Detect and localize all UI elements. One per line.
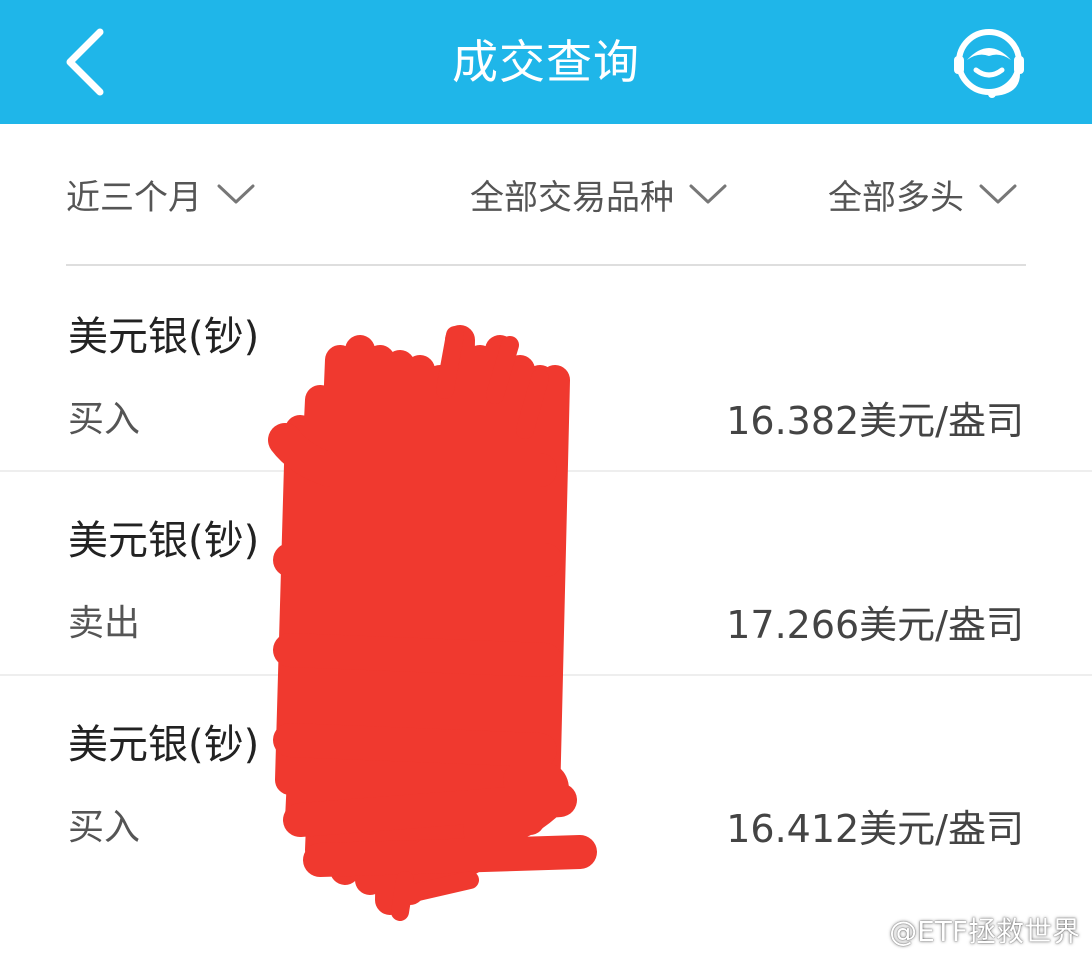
record-product-name: 美元银(钞) [68,722,260,768]
customer-service-button[interactable] [948,22,1030,104]
period-filter-label: 近三个月 [66,177,202,218]
record-product-name: 美元银(钞) [68,314,260,360]
record-price: 16.412美元/盎司 [726,807,1024,851]
direction-filter[interactable]: 全部多头 [828,172,1018,218]
record-trade-side: 卖出 [68,603,141,644]
period-filter[interactable]: 近三个月 [66,172,256,218]
weibo-icon [845,917,881,945]
filter-bar: 近三个月 全部交易品种 全部多头 [0,124,1092,266]
chevron-down-icon [217,184,255,204]
customer-service-icon [954,29,1024,98]
record-price: 16.382美元/盎司 [726,399,1024,443]
trade-record[interactable]: 美元银(钞) 卖出 17.266美元/盎司 [0,472,1092,676]
record-trade-side: 买入 [68,807,141,848]
chevron-down-icon [979,184,1017,204]
record-price: 17.266美元/盎司 [726,603,1024,647]
record-trade-side: 买入 [68,399,141,440]
product-filter[interactable]: 全部交易品种 [470,172,728,218]
chevron-down-icon [689,184,727,204]
watermark-text: @ETF拯救世界 [889,915,1080,948]
trade-record[interactable]: 美元银(钞) 买入 16.382美元/盎司 [0,268,1092,472]
trade-record[interactable]: 美元银(钞) 买入 16.412美元/盎司 [0,676,1092,880]
page-title: 成交查询 [452,35,640,89]
watermark: @ETF拯救世界 [845,910,1080,950]
direction-filter-label: 全部多头 [828,177,964,218]
header-bar: 成交查询 [0,0,1092,124]
filter-divider [66,264,1026,266]
record-product-name: 美元银(钞) [68,518,260,564]
product-filter-label: 全部交易品种 [470,177,674,218]
